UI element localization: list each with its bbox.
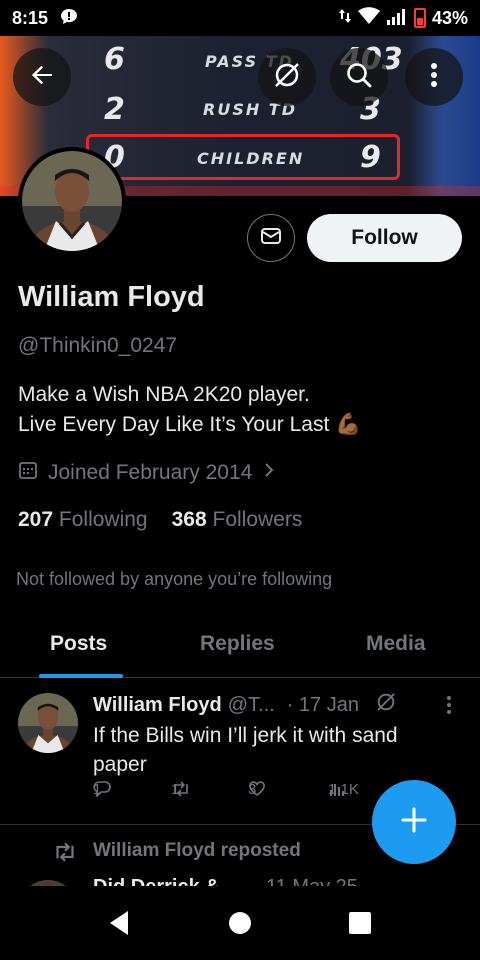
followers-count: 368 [171, 508, 207, 531]
repost-icon [52, 842, 78, 867]
grok-icon [272, 60, 302, 95]
grok-icon[interactable] [375, 691, 397, 719]
system-nav-bar [0, 886, 480, 960]
bio-line-1: Make a Wish NBA 2K20 player. [18, 383, 310, 406]
wifi-icon [357, 6, 380, 30]
nav-home-button[interactable] [223, 906, 257, 940]
tweet-header: William Floyd @T... · 17 Jan [93, 691, 397, 719]
like-count: 3 [248, 780, 257, 798]
search-button[interactable] [330, 48, 388, 106]
profile-name: William Floyd [18, 281, 205, 313]
tab-replies[interactable]: Replies [200, 632, 275, 656]
bio-line-2-text: Live Every Day Like It’s Your Last [18, 413, 330, 436]
back-arrow-icon [28, 61, 56, 94]
status-right-icons: 43% [338, 6, 468, 30]
status-bar: 8:15 43% [0, 0, 480, 36]
flexed-biceps-emoji: 💪🏾 [335, 413, 362, 436]
follow-button[interactable]: Follow [307, 214, 462, 262]
reply-count: 1 [93, 780, 102, 798]
following-link[interactable]: 207 Following [18, 508, 148, 532]
banner-stat-left-1: 6 [104, 42, 125, 77]
followers-label: Followers [212, 508, 303, 531]
bio-line-2: Live Every Day Like It’s Your Last 💪🏾 [18, 410, 361, 440]
profile-tabs: Posts Replies Media [0, 612, 480, 678]
calendar-icon [18, 460, 38, 486]
grok-button[interactable] [258, 48, 316, 106]
nav-back-button[interactable] [102, 906, 136, 940]
tweet-more-icon[interactable] [446, 695, 452, 720]
next-tweet-date: 11 May 25 [266, 876, 358, 886]
following-count: 207 [18, 508, 54, 531]
follow-counts: 207 Following 368 Followers [18, 508, 302, 532]
joined-date-row[interactable]: Joined February 2014 [18, 460, 276, 486]
banner-stat-left-2: 2 [104, 92, 125, 127]
banner-stat-right-3: 9 [360, 140, 381, 175]
tweet-author-name[interactable]: William Floyd [93, 694, 222, 717]
profile-avatar[interactable] [18, 147, 126, 255]
active-tab-indicator [39, 674, 123, 678]
profile-bio: Make a Wish NBA 2K20 player. Live Every … [18, 380, 361, 440]
status-time: 8:15 [12, 7, 49, 28]
chevron-right-icon [262, 461, 276, 485]
tweet-date: · 17 Jan [286, 693, 359, 716]
tweet-avatar[interactable] [18, 693, 78, 753]
notification-icon [58, 7, 80, 30]
not-followed-note: Not followed by anyone you’re following [16, 569, 333, 589]
tweet-text: If the Bills win I’ll jerk it with sand … [93, 724, 398, 776]
envelope-icon [260, 226, 282, 251]
plus-icon [400, 806, 428, 839]
joined-text: Joined February 2014 [48, 461, 253, 484]
battery-icon [413, 8, 426, 28]
following-label: Following [58, 508, 148, 531]
views-count: 1.1K [328, 780, 359, 798]
data-arrows-icon [338, 7, 352, 30]
battery-percent: 43% [431, 7, 468, 28]
next-tweet-author[interactable]: Did Derrick & [93, 876, 220, 886]
signal-icon [386, 7, 408, 30]
tab-media[interactable]: Media [366, 632, 426, 656]
tweet-author-handle[interactable]: @T... [228, 694, 275, 717]
compose-button[interactable] [372, 780, 456, 864]
nav-recents-button[interactable] [343, 906, 377, 940]
followers-link[interactable]: 368 Followers [172, 508, 303, 532]
profile-handle: @Thinkin0_0247 [18, 334, 178, 357]
message-button[interactable] [247, 214, 295, 262]
more-options-button[interactable] [405, 48, 463, 106]
search-icon [345, 61, 373, 94]
tab-posts[interactable]: Posts [50, 632, 107, 656]
banner-stat-label-3: CHILDREN [197, 149, 305, 168]
back-button[interactable] [13, 48, 71, 106]
repost-count: 1 [171, 780, 180, 798]
repost-label: William Floyd reposted [93, 840, 301, 861]
more-vertical-icon [430, 62, 438, 93]
